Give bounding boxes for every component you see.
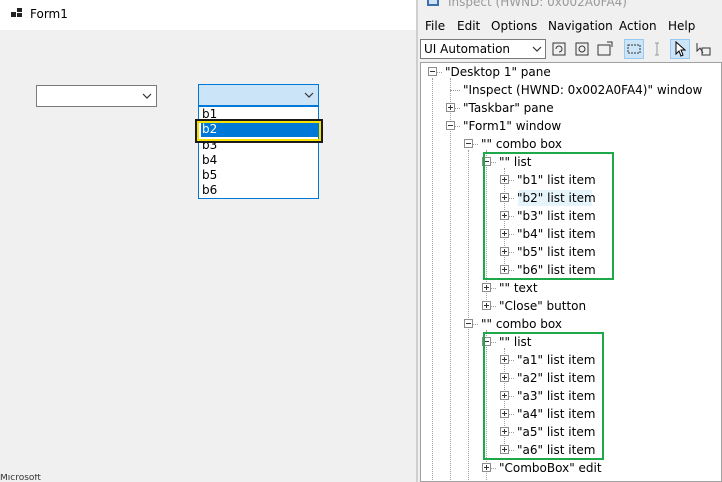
cursor-arrow-icon [675,40,687,57]
tree-connector-line [450,78,451,482]
form1-title: Form1 [30,7,68,21]
menu-bar: File Edit Options Navigation Action Help [418,16,722,36]
expand-plus-icon[interactable] [482,301,491,310]
collapse-minus-icon[interactable] [446,121,455,130]
focus-icon [696,43,711,56]
menu-edit[interactable]: Edit [457,19,480,33]
dropdown-option-b4[interactable]: b4 [201,153,318,168]
collapse-minus-icon[interactable] [464,319,473,328]
tree-node-close-button[interactable]: "Close" button [499,297,586,315]
combo-box-a[interactable] [36,85,157,107]
highlight-rectangle-button[interactable] [624,39,644,59]
menu-action[interactable]: Action [619,19,657,33]
settings-icon [597,41,613,56]
menu-file[interactable]: File [425,19,445,33]
dropdown-option-b6[interactable]: b6 [201,183,318,198]
inspect-titlebar[interactable]: Inspect (HWND: 0x002A0FA4) [418,0,722,12]
refresh-icon [552,42,566,56]
focus-tracking-button[interactable] [693,39,713,59]
watch-button[interactable] [572,39,592,59]
tree-node-form1-window[interactable]: "Form1" window [463,117,561,135]
list-items-group-box-b [483,152,614,280]
refresh-button[interactable] [549,39,569,59]
list-items-group-box-a [483,332,604,460]
tree-node-text1[interactable]: "" text [499,279,538,297]
combo-box-b[interactable] [198,84,319,106]
watch-icon [575,42,589,56]
expand-plus-icon[interactable] [482,463,491,472]
collapse-minus-icon[interactable] [464,139,473,148]
tree-connector-line [450,90,460,91]
inspect-element-highlight [195,119,323,143]
form1-titlebar[interactable]: Form1 [0,0,418,30]
tree-node-combo2[interactable]: "" combo box [481,315,562,333]
settings-button[interactable] [595,39,615,59]
menu-options[interactable]: Options [491,19,537,33]
mode-select-value: UI Automation [424,42,511,56]
tree-node-taskbar[interactable]: "Taskbar" pane [463,99,554,117]
tree-connector-line [468,150,469,482]
chevron-down-icon [532,46,542,52]
collapse-minus-icon[interactable] [428,67,437,76]
app-window-icon [11,8,22,17]
tree-node-inspect-window[interactable]: "Inspect (HWND: 0x002A0FA4)" window [463,81,702,99]
text-caret-icon [655,42,659,56]
chevron-down-icon [304,92,314,98]
form1-window: Form1 b1 b2 b3 b4 b5 b6 Microsoft [0,0,418,482]
toolbar: UI Automation [418,37,722,61]
tree-node-desktop[interactable]: "Desktop 1" pane [445,63,551,81]
tree-connector-line [432,78,433,482]
rectangle-icon [627,44,641,54]
tree-node-combo1[interactable]: "" combo box [481,135,562,153]
menu-navigation[interactable]: Navigation [548,19,613,33]
caret-tracking-button[interactable] [647,39,667,59]
inspect-app-icon [427,0,439,6]
tree-node-combobox-edit[interactable]: "ComboBox" edit [499,459,602,477]
mouse-tracking-button[interactable] [670,39,690,59]
expand-plus-icon[interactable] [482,283,491,292]
inspect-title: Inspect (HWND: 0x002A0FA4) [448,0,627,9]
taskbar-text-fragment: Microsoft [0,474,41,482]
chevron-down-icon [142,93,152,99]
expand-plus-icon[interactable] [446,103,455,112]
dropdown-option-b5[interactable]: b5 [201,168,318,183]
menu-help[interactable]: Help [668,19,695,33]
mode-select[interactable]: UI Automation [420,39,546,59]
